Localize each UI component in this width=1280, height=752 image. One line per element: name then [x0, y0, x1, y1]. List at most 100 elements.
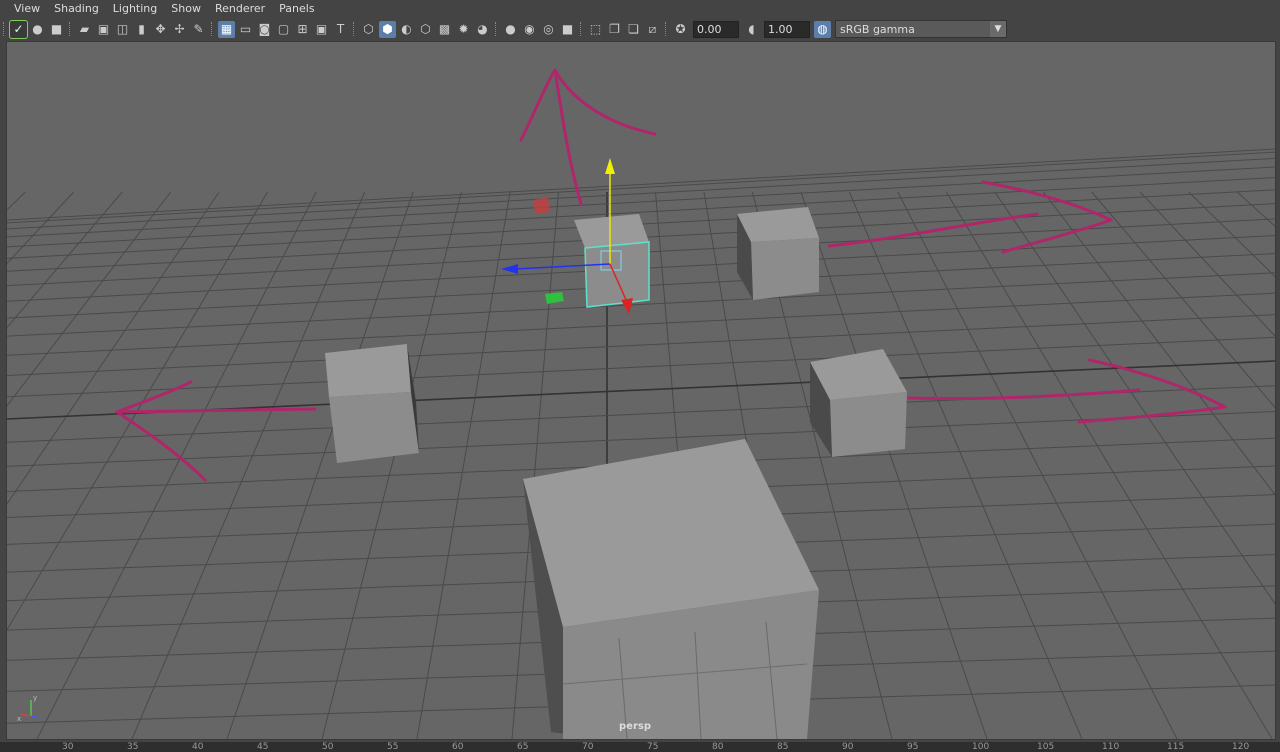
grid-line: [7, 157, 1275, 230]
grid-line: [321, 191, 463, 739]
bookmark-flag-icon[interactable]: ▮: [133, 21, 150, 38]
grid-toggle-icon[interactable]: ▦: [218, 20, 235, 38]
textured-icon[interactable]: ▩: [436, 21, 453, 38]
camera-name-label: persp: [619, 721, 651, 732]
menu-view[interactable]: View: [0, 0, 47, 18]
bookmark-icon[interactable]: ■: [48, 21, 65, 38]
menu-lighting[interactable]: Lighting: [106, 0, 164, 18]
toolbar-separator: [3, 22, 6, 36]
grid-line: [1188, 191, 1275, 278]
z-arrow-icon[interactable]: [501, 264, 518, 274]
cube-selected[interactable]: [574, 214, 650, 308]
grid-line: [897, 191, 1178, 739]
select-camera-icon[interactable]: ✓: [9, 19, 28, 39]
scene-canvas[interactable]: [7, 42, 1275, 739]
perspective-viewport[interactable]: y x persp: [6, 41, 1276, 740]
image-plane-icon[interactable]: ▣: [95, 21, 112, 38]
screen-space-ao-icon[interactable]: ●: [502, 21, 519, 38]
camera-lock-icon[interactable]: ◫: [114, 21, 131, 38]
anti-aliasing-icon[interactable]: ◎: [540, 21, 557, 38]
menu-panels[interactable]: Panels: [272, 0, 321, 18]
wireframe-icon[interactable]: ⬡: [360, 21, 377, 38]
axis-x-label: x: [17, 715, 21, 722]
ruler-tick-label: 75: [647, 742, 659, 752]
cube-left[interactable]: [325, 344, 419, 463]
grid-line: [800, 191, 988, 739]
view-transform-label: sRGB gamma: [840, 22, 915, 36]
menu-show[interactable]: Show: [164, 0, 208, 18]
panel-menubar: View Shading Lighting Show Renderer Pane…: [0, 0, 1280, 18]
ruler-tick-label: 115: [1167, 742, 1185, 752]
grid-line: [131, 191, 366, 739]
xray-icon[interactable]: ❐: [606, 21, 623, 38]
drawn-annotations: [115, 68, 1227, 482]
annotation-arrow-up-head: [519, 68, 657, 142]
depth-of-field-icon[interactable]: ■: [559, 21, 576, 38]
view-axis-gizmo: y x: [17, 692, 47, 722]
exposure-field[interactable]: 0.00: [693, 20, 739, 38]
film-gate-icon[interactable]: ▭: [237, 21, 254, 38]
track-icon[interactable]: ✥: [152, 21, 169, 38]
cube-back-right[interactable]: [737, 207, 819, 300]
maya-viewport-panel: View Shading Lighting Show Renderer Pane…: [0, 0, 1280, 752]
isolate-select-icon[interactable]: ⬚: [587, 21, 604, 38]
ruler-tick-label: 110: [1102, 742, 1120, 752]
annotation-arrow-left-head: [115, 380, 207, 482]
toolbar-separator: [580, 22, 583, 36]
ruler-tick-label: 40: [192, 742, 204, 752]
xy-plane-handle[interactable]: [533, 197, 550, 214]
gamma-field[interactable]: 1.00: [764, 20, 810, 38]
pencil-icon[interactable]: ✎: [190, 21, 207, 38]
ruler-tick-label: 120: [1232, 742, 1250, 752]
axis-y-label: y: [33, 694, 37, 702]
view-transform-dropdown[interactable]: sRGB gamma ▼: [835, 20, 1007, 38]
cube-front-large[interactable]: [523, 439, 819, 739]
ruler-tick-label: 35: [127, 742, 139, 752]
grid-line: [416, 191, 511, 739]
chevron-down-icon: ▼: [990, 21, 1006, 37]
lights-icon[interactable]: ✹: [455, 21, 472, 38]
cube-right[interactable]: [810, 349, 907, 457]
toolbar-separator: [69, 22, 72, 36]
motion-blur-icon[interactable]: ◉: [521, 21, 538, 38]
field-chart-icon[interactable]: ⊞: [294, 21, 311, 38]
time-slider-ruler[interactable]: 30 35 40 45 50 55 60 65 70 75 80 85 90 95 100 105 110 115…: [0, 742, 1280, 752]
x-arrow-icon[interactable]: [621, 298, 633, 314]
dolly-icon[interactable]: ✢: [171, 21, 188, 38]
grid-line: [36, 191, 317, 739]
ruler-tick-label: 60: [452, 742, 464, 752]
ruler-tick-label: 105: [1037, 742, 1055, 752]
camera-icon[interactable]: ▰: [76, 21, 93, 38]
gate-mask-icon[interactable]: ▢: [275, 21, 292, 38]
ruler-tick-label: 65: [517, 742, 529, 752]
safe-action-icon[interactable]: ▣: [313, 21, 330, 38]
y-arrow-icon[interactable]: [605, 158, 615, 174]
toolbar-separator: [495, 22, 498, 36]
menu-renderer[interactable]: Renderer: [208, 0, 272, 18]
ruler-tick-label: 50: [322, 742, 334, 752]
ruler-tick-label: 100: [972, 742, 990, 752]
gamma-icon[interactable]: ◖: [743, 21, 760, 38]
ruler-tick-label: 45: [257, 742, 269, 752]
wireframe-on-shaded-icon[interactable]: ⬡: [417, 21, 434, 38]
xray-joints-icon[interactable]: ⧄: [644, 21, 661, 38]
shadows-icon[interactable]: ◕: [474, 21, 491, 38]
exposure-icon[interactable]: ✪: [672, 21, 689, 38]
xz-plane-handle[interactable]: [545, 292, 564, 304]
safe-title-icon[interactable]: T: [332, 21, 349, 38]
color-management-icon[interactable]: ◍: [814, 20, 831, 38]
smooth-shade-icon[interactable]: ⬢: [379, 20, 396, 38]
grid-line: [848, 191, 1083, 739]
grid-line: [945, 191, 1273, 739]
xray-active-icon[interactable]: ❏: [625, 21, 642, 38]
menu-shading[interactable]: Shading: [47, 0, 106, 18]
toolbar-separator: [353, 22, 356, 36]
ruler-tick-label: 70: [582, 742, 594, 752]
ruler-tick-label: 55: [387, 742, 399, 752]
default-material-icon[interactable]: ◐: [398, 21, 415, 38]
annotation-arrow-left-shaft: [115, 407, 317, 414]
camera-attributes-icon[interactable]: ●: [29, 21, 46, 38]
annotation-arrow-right-top-shaft: [827, 212, 1039, 248]
toolbar-separator: [211, 22, 214, 36]
resolution-gate-icon[interactable]: ◙: [256, 21, 273, 38]
